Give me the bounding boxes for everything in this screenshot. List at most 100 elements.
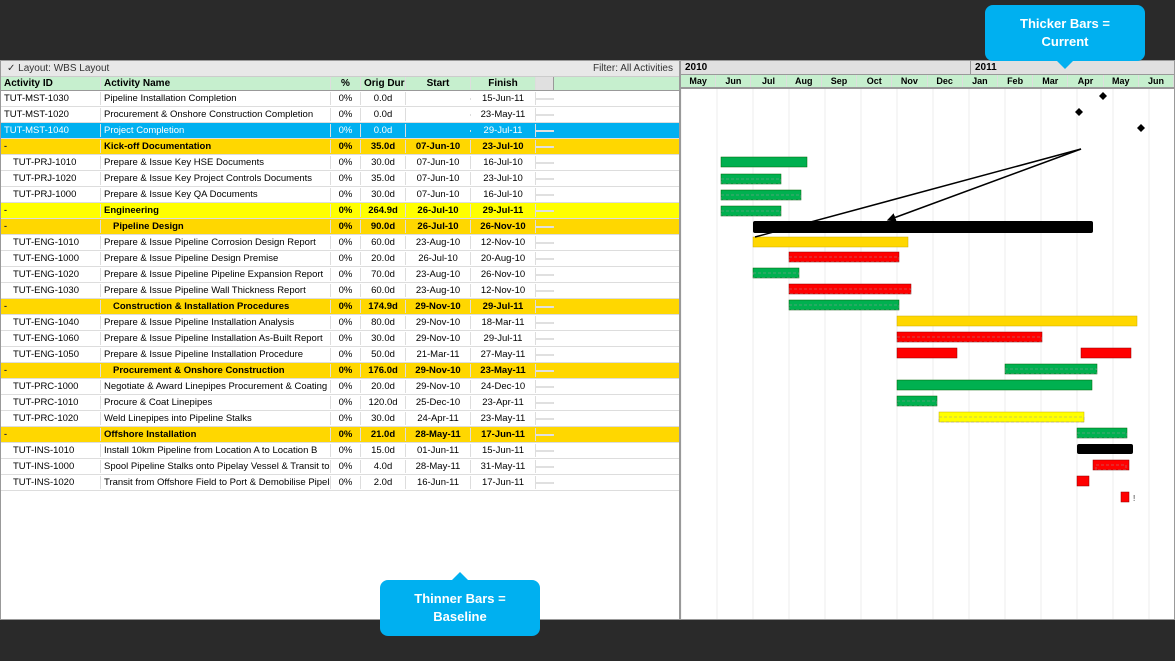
cell-dur: 35.0d: [361, 172, 406, 185]
cell-name: Prepare & Issue Pipeline Pipeline Expans…: [101, 268, 331, 281]
cell-pct: 0%: [331, 460, 361, 473]
cell-dur: 264.9d: [361, 204, 406, 217]
cell-dur: 20.0d: [361, 380, 406, 393]
cell-id: -: [1, 364, 101, 377]
cell-name: Prepare & Issue Pipeline Installation An…: [101, 316, 331, 329]
filter-label: Filter: All Activities: [593, 63, 673, 74]
cell-name: Transit from Offshore Field to Port & De…: [101, 476, 331, 489]
cell-start: 23-Aug-10: [406, 268, 471, 281]
cell-finish: 20-Aug-10: [471, 252, 536, 265]
cell-pct: 0%: [331, 108, 361, 121]
cell-finish: 15-Jun-11: [471, 92, 536, 105]
month-feb11: Feb: [998, 75, 1033, 87]
month-aug10: Aug: [787, 75, 822, 87]
cell-id: TUT-ENG-1010: [1, 236, 101, 249]
cell-pct: 0%: [331, 156, 361, 169]
cell-arrow: [536, 274, 554, 276]
gantt-timeline: 2010 2011 May Jun Jul Aug Sep Oct Nov De…: [680, 60, 1175, 620]
cell-pct: 0%: [331, 92, 361, 105]
cell-dur: 0.0d: [361, 92, 406, 105]
cell-arrow: [536, 178, 554, 180]
cell-finish: 29-Jul-11: [471, 332, 536, 345]
cell-id: TUT-ENG-1050: [1, 348, 101, 361]
cell-start: 29-Nov-10: [406, 332, 471, 345]
cell-name: Engineering: [101, 204, 331, 217]
cell-finish: 17-Jun-11: [471, 428, 536, 441]
cell-name: Construction & Installation Procedures: [101, 300, 331, 313]
table-row: TUT-PRJ-1020 Prepare & Issue Key Project…: [1, 171, 679, 187]
table-row: TUT-PRC-1010 Procure & Coat Linepipes 0%…: [1, 395, 679, 411]
cell-start: 29-Nov-10: [406, 316, 471, 329]
cell-start: 01-Jun-11: [406, 444, 471, 457]
cell-name: Weld Linepipes into Pipeline Stalks: [101, 412, 331, 425]
cell-pct: 0%: [331, 316, 361, 329]
col-header-dur[interactable]: Orig Dur: [361, 77, 406, 90]
cell-arrow: [536, 242, 554, 244]
cell-arrow: [536, 146, 554, 148]
cell-name: Pipeline Design: [101, 220, 331, 233]
col-header-id[interactable]: Activity ID: [1, 77, 101, 90]
col-header-name[interactable]: Activity Name: [101, 77, 331, 90]
col-header-start[interactable]: Start: [406, 77, 471, 90]
cell-finish: 23-Jul-10: [471, 140, 536, 153]
cell-pct: 0%: [331, 284, 361, 297]
table-row: TUT-MST-1040 Project Completion 0% 0.0d …: [1, 123, 679, 139]
cell-id: TUT-ENG-1030: [1, 284, 101, 297]
cell-finish: 12-Nov-10: [471, 236, 536, 249]
cell-start: 28-May-11: [406, 428, 471, 441]
cell-id: -: [1, 300, 101, 313]
cell-finish: 17-Jun-11: [471, 476, 536, 489]
gantt-table: ✓ Layout: WBS Layout Filter: All Activit…: [0, 60, 680, 620]
cell-finish: 24-Dec-10: [471, 380, 536, 393]
cell-finish: 12-Nov-10: [471, 284, 536, 297]
callout-thicker-bars: Thicker Bars = Current: [985, 5, 1145, 61]
cell-id: TUT-PRJ-1000: [1, 188, 101, 201]
cell-id: TUT-ENG-1000: [1, 252, 101, 265]
cell-name: Prepare & Issue Pipeline Installation As…: [101, 332, 331, 345]
month-jul10: Jul: [751, 75, 786, 87]
cell-arrow: [536, 354, 554, 356]
cell-finish: 23-May-11: [471, 364, 536, 377]
month-dec10: Dec: [928, 75, 963, 87]
cell-pct: 0%: [331, 364, 361, 377]
col-header-pct[interactable]: %: [331, 77, 361, 90]
cell-pct: 0%: [331, 300, 361, 313]
layout-label: ✓ Layout: WBS Layout: [7, 63, 109, 74]
cell-pct: 0%: [331, 396, 361, 409]
cell-dur: 30.0d: [361, 188, 406, 201]
cell-dur: 30.0d: [361, 412, 406, 425]
cell-start: 29-Nov-10: [406, 364, 471, 377]
cell-pct: 0%: [331, 348, 361, 361]
table-row: TUT-INS-1000 Spool Pipeline Stalks onto …: [1, 459, 679, 475]
cell-start: 23-Aug-10: [406, 284, 471, 297]
cell-id: -: [1, 220, 101, 233]
col-header-finish[interactable]: Finish: [471, 77, 536, 90]
cell-dur: 2.0d: [361, 476, 406, 489]
cell-finish: 27-May-11: [471, 348, 536, 361]
cell-dur: 70.0d: [361, 268, 406, 281]
gantt-svg: !: [681, 89, 1175, 619]
cell-id: TUT-INS-1010: [1, 444, 101, 457]
cell-arrow: [536, 130, 554, 132]
callout-thinner-line1: Thinner Bars =: [414, 591, 505, 606]
cell-arrow: [536, 466, 554, 468]
cell-pct: 0%: [331, 140, 361, 153]
cell-id: -: [1, 140, 101, 153]
table-row-group: - Engineering 0% 264.9d 26-Jul-10 29-Jul…: [1, 203, 679, 219]
cell-dur: 30.0d: [361, 332, 406, 345]
cell-start: 26-Jul-10: [406, 204, 471, 217]
cell-dur: 4.0d: [361, 460, 406, 473]
cell-pct: 0%: [331, 444, 361, 457]
table-row-group: - Kick-off Documentation 0% 35.0d 07-Jun…: [1, 139, 679, 155]
cell-name: Prepare & Issue Key HSE Documents: [101, 156, 331, 169]
cell-dur: 20.0d: [361, 252, 406, 265]
cell-arrow: [536, 482, 554, 484]
cell-id: TUT-PRC-1000: [1, 380, 101, 393]
table-row: TUT-PRJ-1000 Prepare & Issue Key QA Docu…: [1, 187, 679, 203]
cell-arrow: [536, 114, 554, 116]
month-jun11: Jun: [1139, 75, 1174, 87]
cell-dur: 80.0d: [361, 316, 406, 329]
cell-finish: 15-Jun-11: [471, 444, 536, 457]
cell-name: Prepare & Issue Key Project Controls Doc…: [101, 172, 331, 185]
cell-name: Project Completion: [101, 124, 331, 137]
